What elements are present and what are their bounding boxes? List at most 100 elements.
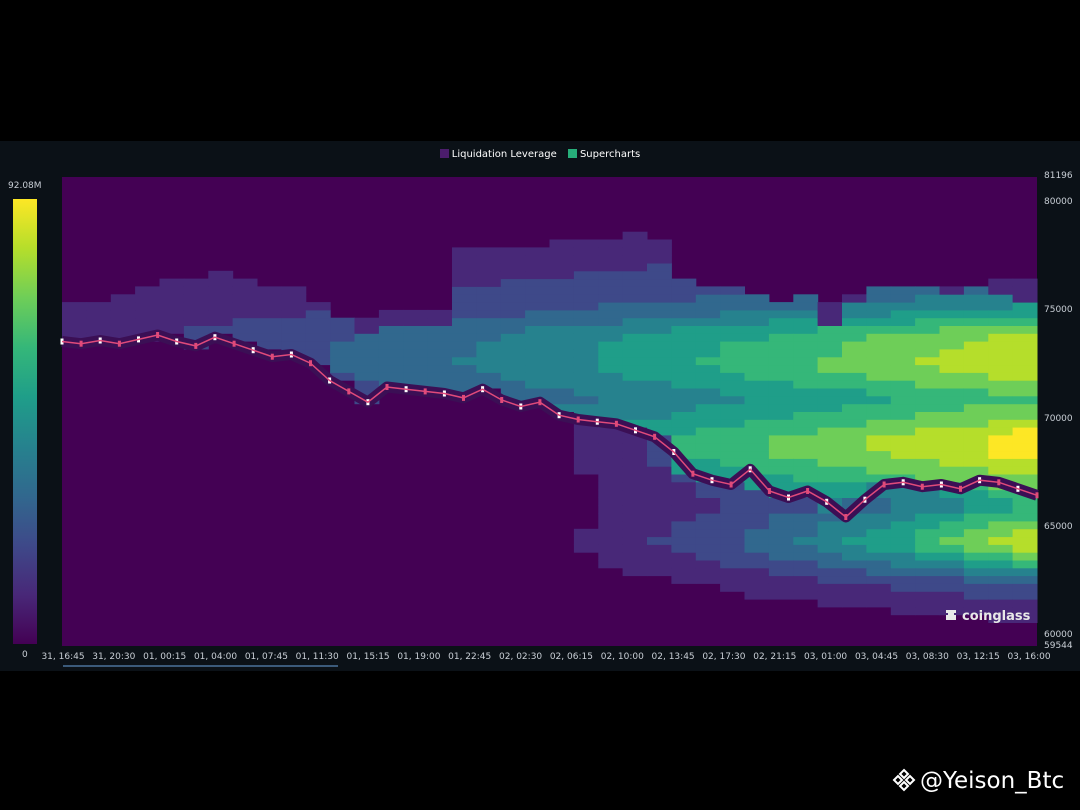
heatmap-cell [1012, 435, 1038, 444]
heatmap-cell [573, 278, 599, 287]
coinglass-brand: coinglass [944, 608, 1030, 624]
heatmap-cell [354, 317, 380, 326]
heatmap-cell [768, 575, 794, 584]
heatmap-cell [695, 333, 721, 342]
heatmap-cell [232, 317, 258, 326]
heatmap-cell [720, 552, 745, 561]
heatmap-cell [647, 247, 672, 256]
heatmap-cell [622, 481, 648, 491]
heatmap-cell [549, 239, 575, 248]
heatmap-cell [427, 317, 453, 326]
y-tick-label: 75000 [1044, 305, 1073, 316]
heatmap-cell [452, 364, 477, 373]
heatmap-cell [793, 333, 819, 342]
heatmap-cell [671, 520, 697, 530]
heatmap-cell [208, 317, 234, 326]
heatmap-cell [915, 583, 940, 592]
heatmap-cell [915, 349, 940, 358]
heatmap-cell [671, 528, 697, 538]
heatmap-cell [452, 270, 477, 280]
heatmap-cell [500, 294, 526, 303]
heatmap-cell [890, 356, 916, 366]
x-tick-label: 03, 16:00 [1007, 652, 1051, 662]
heatmap-cell [452, 325, 477, 334]
heatmap-cell [647, 567, 672, 577]
heatmap-cell [671, 435, 697, 444]
heatmap-cell [452, 333, 477, 342]
heatmap-cell [671, 513, 697, 522]
heatmap-cell [817, 411, 843, 420]
heatmap-cell [500, 356, 526, 366]
heatmap-cell [671, 505, 697, 514]
heatmap-cell [988, 388, 1014, 397]
binance-logo-icon [892, 768, 916, 792]
heatmap-cell [622, 560, 648, 569]
heatmap-cell [647, 388, 672, 397]
heatmap-cell [963, 372, 989, 381]
heatmap-cell [403, 341, 429, 350]
heatmap-cell [988, 325, 1014, 334]
heatmap-cell [793, 560, 819, 569]
heatmap-cell [695, 349, 721, 358]
heatmap-cell [330, 349, 355, 358]
heatmap-cell [890, 317, 916, 326]
heatmap-cell [1012, 380, 1038, 389]
heatmap-cell [525, 263, 550, 272]
heatmap-cell [671, 536, 697, 545]
heatmap-cell [330, 317, 355, 326]
heatmap-cell [695, 442, 721, 452]
heatmap-plot[interactable] [0, 141, 1080, 671]
heatmap-cell [890, 606, 916, 616]
heatmap-cell [598, 356, 624, 366]
heatmap-cell [768, 458, 794, 467]
heatmap-cell [744, 450, 770, 459]
heatmap-cell [793, 513, 819, 522]
heatmap-cell [817, 474, 843, 483]
heatmap-cell [671, 309, 697, 319]
heatmap-cell [915, 520, 940, 530]
heatmap-cell [598, 349, 624, 358]
heatmap-cell [598, 458, 624, 467]
heatmap-cell [159, 317, 185, 326]
heatmap-cell [452, 341, 477, 350]
heatmap-cell [890, 442, 916, 452]
heatmap-cell [695, 302, 721, 311]
heatmap-cell [622, 372, 648, 381]
y-tick-bottom: 59544 [1044, 641, 1073, 651]
heatmap-cell [817, 544, 843, 553]
heatmap-cell [963, 599, 989, 608]
heatmap-cell [720, 489, 745, 498]
heatmap-cell [817, 364, 843, 373]
heatmap-cell [939, 497, 965, 506]
heatmap-cell [890, 325, 916, 334]
heatmap-cell [939, 411, 965, 420]
heatmap-cell [842, 591, 867, 600]
heatmap-cell [622, 520, 648, 530]
heatmap-cell [257, 294, 282, 303]
heatmap-cell [598, 317, 624, 326]
heatmap-cell [647, 372, 672, 381]
heatmap-cell [671, 333, 697, 342]
heatmap-cell [378, 364, 404, 373]
heatmap-cell [305, 333, 331, 342]
heatmap-cell [378, 309, 404, 319]
heatmap-cell [988, 349, 1014, 358]
heatmap-cell [744, 372, 770, 381]
heatmap-cell [208, 302, 234, 311]
heatmap-cell [257, 325, 282, 334]
heatmap-cell [573, 341, 599, 350]
heatmap-cell [744, 403, 770, 412]
heatmap-cell [768, 474, 794, 483]
heatmap-cell [866, 341, 892, 350]
heatmap-cell [378, 349, 404, 358]
time-scrollbar[interactable] [63, 665, 338, 667]
heatmap-cell [744, 583, 770, 592]
heatmap-cell [915, 411, 940, 420]
heatmap-cell [622, 552, 648, 561]
heatmap-cell [671, 356, 697, 366]
heatmap-cell [647, 325, 672, 334]
heatmap-cell [671, 419, 697, 428]
heatmap-cell [915, 442, 940, 452]
heatmap-cell [573, 270, 599, 280]
heatmap-cell [866, 388, 892, 397]
